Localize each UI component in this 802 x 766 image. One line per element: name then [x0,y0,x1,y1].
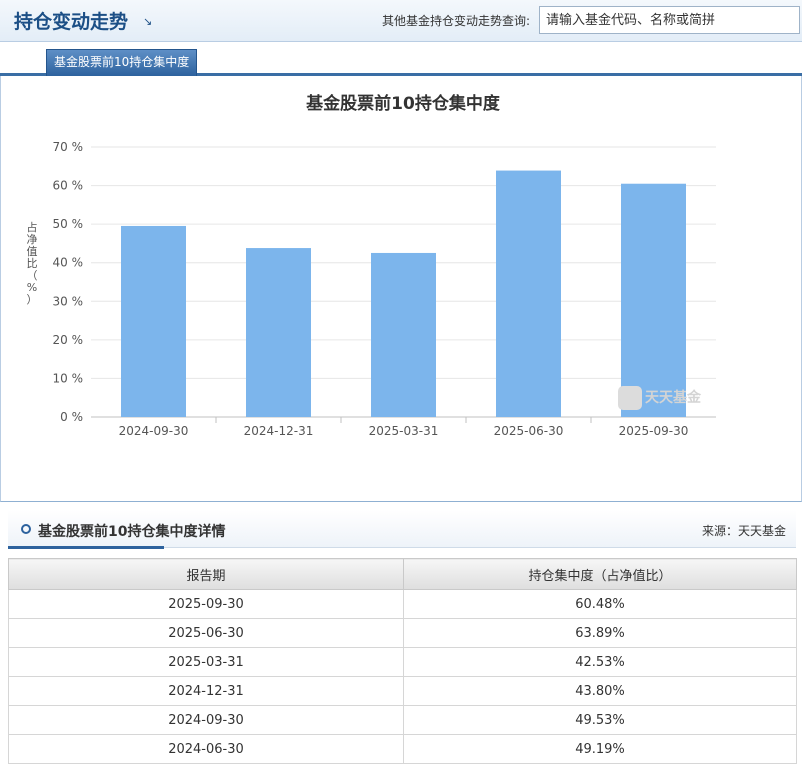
fund-search-input[interactable] [539,6,800,34]
concentration-bar-chart: 基金股票前10持仓集中度 0 % 10 % 20 % 30 % 40 % 50 % 60 %… [27,93,716,438]
chart-panel: 基金股票前10持仓集中度 0 % 10 % 20 % 30 % 40 % 50 % 60 %… [0,76,802,502]
x-tick-label: 2024-12-31 [244,424,314,438]
circle-bullet-icon [21,524,31,534]
table-row: 2024-09-30 49.53% [8,705,797,735]
cell-value: 49.19% [403,734,797,764]
tab-top10-concentration[interactable]: 基金股票前10持仓集中度 [46,49,198,76]
x-tick-label: 2025-06-30 [494,424,564,438]
bar-2025-06-30[interactable] [496,170,561,417]
cell-period: 2024-06-30 [8,734,404,764]
cell-value: 43.80% [403,676,797,706]
page-header: 持仓变动走势 ↘ 其他基金持仓变动走势查询: [0,0,802,42]
table-header-row: 报告期 持仓集中度（占净值比） [8,558,797,590]
watermark-logo: 天天基金 [618,386,701,410]
table-row: 2024-12-31 43.80% [8,676,797,706]
concentration-table: 报告期 持仓集中度（占净值比） 2025-09-30 60.48% 2025-06… [8,558,797,764]
y-axis-label-char: ） [27,293,38,306]
table-row: 2025-03-31 42.53% [8,647,797,677]
y-tick-label: 70 % [53,140,84,154]
bar-2025-09-30[interactable] [621,183,686,417]
table-row: 2025-09-30 60.48% [8,589,797,619]
y-tick-label: 40 % [53,256,84,270]
cell-value: 42.53% [403,647,797,677]
table-row: 2024-06-30 49.19% [8,734,797,764]
y-tick-label: 20 % [53,333,84,347]
y-axis-label-char: 占 [27,220,38,234]
y-axis-label-char: 净 [27,232,38,246]
bar-2024-12-31[interactable] [246,248,311,417]
tab-bar: 基金股票前10持仓集中度 [0,42,802,76]
watermark-logo-icon [618,386,642,410]
column-header-period: 报告期 [8,558,404,590]
x-tick-label: 2025-09-30 [619,424,689,438]
cell-value: 49.53% [403,705,797,735]
search-label: 其他基金持仓变动走势查询: [382,14,531,28]
cell-period: 2025-06-30 [8,618,404,648]
page-title: 持仓变动走势 [14,11,129,33]
detail-title-underline [8,546,164,549]
table-row: 2025-06-30 63.89% [8,618,797,648]
cell-period: 2024-09-30 [8,705,404,735]
detail-header: 基金股票前10持仓集中度详情 来源：天天基金 [8,510,796,548]
watermark-text: 天天基金 [645,390,701,406]
x-tick-label: 2024-09-30 [119,424,189,438]
cell-period: 2025-03-31 [8,647,404,677]
expand-arrow-icon[interactable]: ↘ [143,15,152,28]
x-tick-label: 2025-03-31 [369,424,439,438]
cell-period: 2024-12-31 [8,676,404,706]
column-header-concentration: 持仓集中度（占净值比） [403,558,797,590]
bar-2024-09-30[interactable] [121,225,186,417]
bar-2025-03-31[interactable] [371,252,436,417]
y-tick-label: 30 % [53,294,84,308]
detail-title: 基金股票前10持仓集中度详情 [38,524,226,540]
y-tick-label: 60 % [53,179,84,193]
y-tick-label: 50 % [53,217,84,231]
cell-value: 60.48% [403,589,797,619]
source-label: 来源：天天基金 [701,524,786,538]
cell-value: 63.89% [403,618,797,648]
y-tick-label: 0 % [60,410,83,424]
y-tick-label: 10 % [53,371,84,385]
cell-period: 2025-09-30 [8,589,404,619]
chart-title: 基金股票前10持仓集中度 [305,93,501,114]
